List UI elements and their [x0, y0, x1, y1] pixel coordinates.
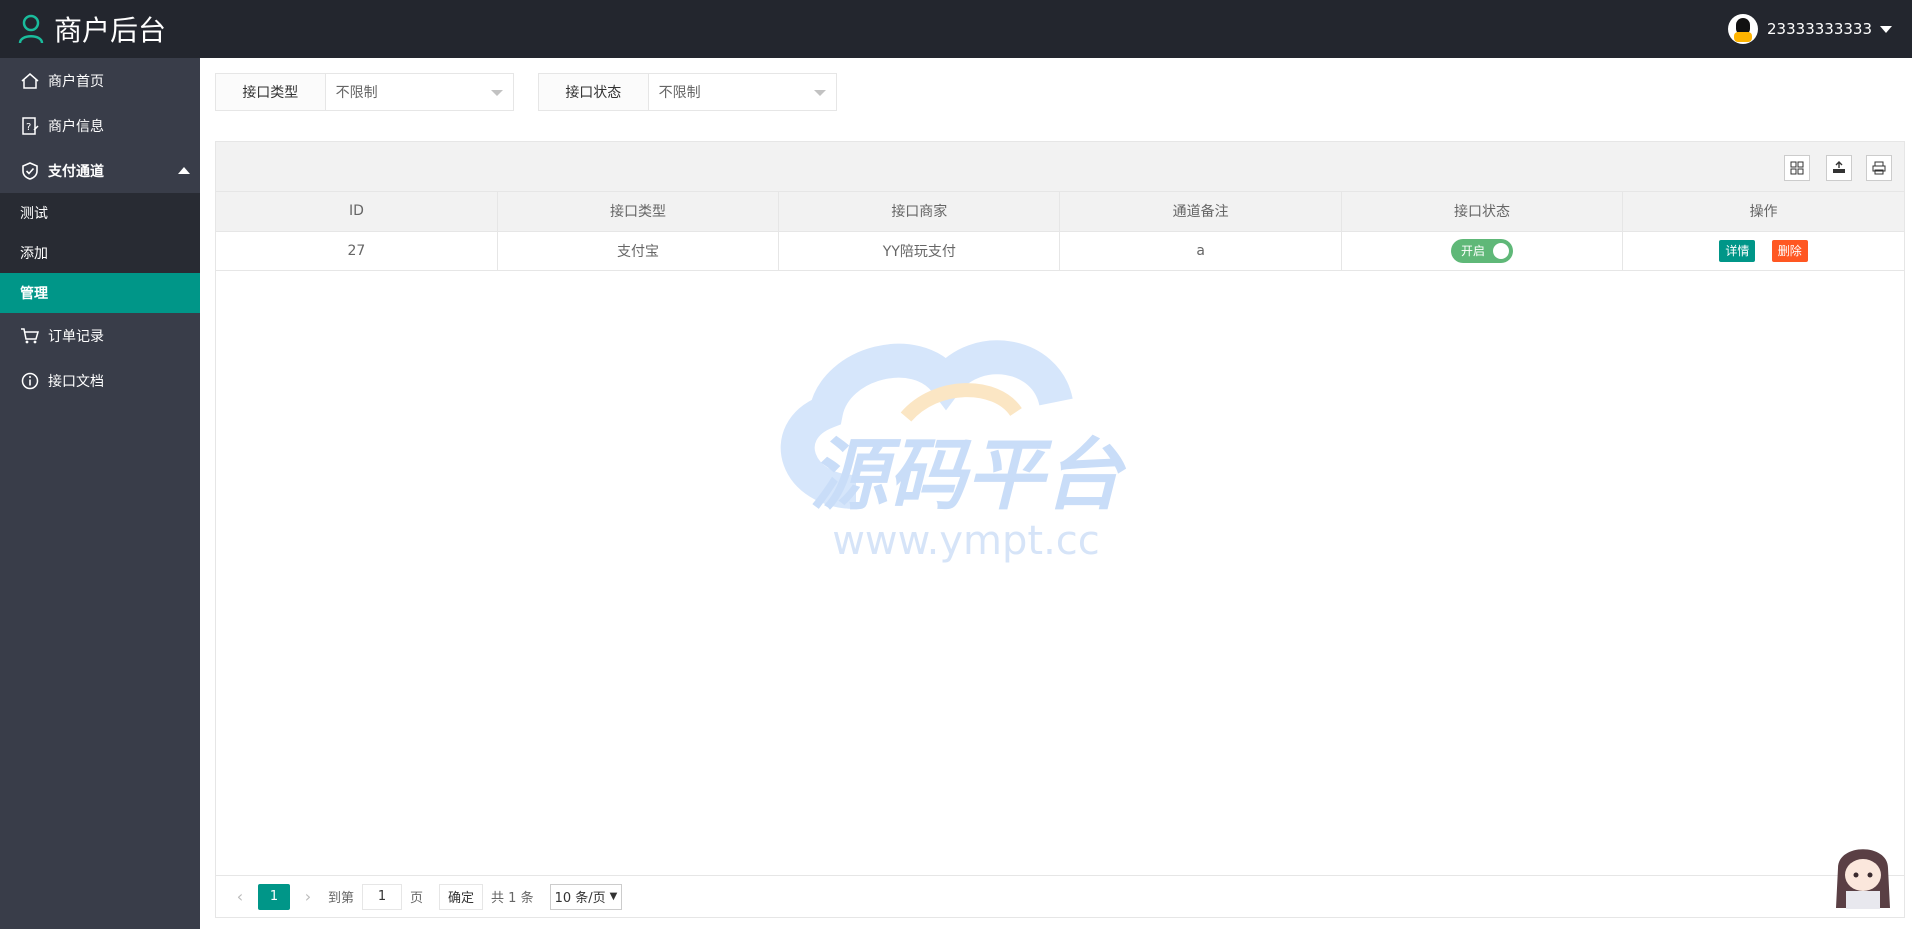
toggle-knob: [1492, 242, 1509, 259]
watermark-logo: 源码平台 www.ympt.cc: [780, 340, 1127, 564]
column-header-type[interactable]: 接口类型: [496, 192, 780, 232]
table-toolbar: [216, 142, 1904, 192]
delete-button[interactable]: 删除: [1771, 239, 1808, 262]
channel-table: ID 接口类型 接口商家 通道备注 接口状态 操作 27 支付宝 YY陪玩支付 …: [216, 192, 1904, 271]
sidebar-subitem-add[interactable]: 添加: [0, 233, 200, 273]
sidebar-item-label: 商户首页: [48, 73, 104, 90]
watermark-text: 源码平台: [810, 431, 1127, 521]
goto-confirm-button[interactable]: 确定: [439, 883, 484, 910]
columns-icon: [1790, 161, 1804, 175]
sidebar-item-merchant-info[interactable]: ? 商户信息: [0, 103, 200, 148]
interface-type-select[interactable]: 不限制: [326, 74, 513, 110]
filter-interface-status: 接口状态 不限制: [538, 73, 837, 111]
brand[interactable]: 商户后台: [0, 9, 166, 49]
page-size-select[interactable]: 10 条/页 ▼: [549, 883, 623, 910]
home-icon: [20, 71, 40, 91]
info-circle-icon: [20, 371, 40, 391]
table-panel: ID 接口类型 接口商家 通道备注 接口状态 操作 27 支付宝 YY陪玩支付 …: [215, 141, 1905, 918]
select-value: 不限制: [658, 85, 701, 101]
toggle-label: 开启: [1460, 244, 1485, 258]
page-label: 页: [410, 891, 424, 906]
sidebar-item-label: 接口文档: [48, 373, 104, 390]
cell-merchant: YY陪玩支付: [778, 230, 1061, 271]
sidebar-item-home[interactable]: 商户首页: [0, 58, 200, 103]
table-header-row: ID 接口类型 接口商家 通道备注 接口状态 操作: [216, 192, 1904, 232]
sidebar-submenu: 测试 添加 管理: [0, 193, 200, 313]
cell-id: 27: [216, 230, 498, 271]
page-size-value: 10 条/页: [554, 891, 606, 906]
username: 23333333333: [1767, 20, 1872, 38]
select-value: 不限制: [335, 85, 378, 101]
watermark-url: www.ympt.cc: [832, 518, 1100, 564]
mascot-image: [1836, 849, 1890, 909]
chevron-up-icon: [178, 167, 190, 174]
cart-icon: [20, 326, 40, 346]
goto-label: 到第: [328, 891, 355, 906]
total-count: 共 1 条: [491, 891, 534, 906]
page-title: 商户后台: [54, 14, 167, 47]
dropdown-arrow-icon: [814, 90, 826, 96]
sidebar-item-orders[interactable]: 订单记录: [0, 313, 200, 358]
user-outline-icon: [18, 14, 44, 44]
current-page[interactable]: 1: [258, 883, 290, 910]
export-button[interactable]: [1826, 155, 1852, 181]
filter-interface-type: 接口类型 不限制: [215, 73, 514, 111]
next-page-icon[interactable]: ›: [296, 887, 320, 906]
prev-page-icon[interactable]: ‹: [228, 887, 252, 906]
top-header: 商户后台 23333333333: [0, 0, 1912, 58]
sidebar-item-api-docs[interactable]: 接口文档: [0, 358, 200, 403]
filter-label: 接口状态: [539, 74, 649, 110]
sidebar-item-label: 支付通道: [48, 163, 104, 180]
column-header-merchant[interactable]: 接口商家: [778, 192, 1061, 232]
info-edit-icon: ?: [20, 116, 40, 136]
table-row: 27 支付宝 YY陪玩支付 a 开启 详情 删除: [216, 230, 1904, 271]
pagination: ‹ 1 › 到第 1 页 确定 共 1 条 10 条/页 ▼: [216, 875, 1904, 917]
columns-filter-button[interactable]: [1784, 155, 1810, 181]
user-menu[interactable]: 23333333333: [1728, 0, 1892, 58]
sidebar-subitem-manage[interactable]: 管理: [0, 273, 200, 313]
print-button[interactable]: [1866, 155, 1892, 181]
shield-check-icon: [20, 161, 40, 181]
sidebar-item-label: 订单记录: [48, 328, 104, 345]
cell-actions: 详情 删除: [1622, 230, 1904, 271]
column-header-actions: 操作: [1622, 192, 1904, 232]
chevron-down-icon: [1880, 25, 1892, 33]
cell-note: a: [1059, 230, 1342, 271]
avatar: [1728, 14, 1759, 44]
chevron-down-icon: ▼: [609, 891, 618, 902]
sidebar-item-payment-channel[interactable]: 支付通道: [0, 148, 200, 193]
sidebar-subitem-test[interactable]: 测试: [0, 193, 200, 233]
column-header-id[interactable]: ID: [216, 192, 498, 232]
export-icon: [1833, 161, 1845, 173]
print-icon: [1872, 161, 1886, 175]
sidebar: 商户首页 ? 商户信息 支付通道 测试 添加 管理 订单记录 接口文档: [0, 58, 200, 929]
cell-status: 开启: [1340, 230, 1624, 271]
column-header-status[interactable]: 接口状态: [1340, 192, 1624, 232]
status-toggle[interactable]: 开启: [1450, 238, 1513, 263]
dropdown-arrow-icon: [491, 90, 503, 96]
detail-button[interactable]: 详情: [1719, 239, 1756, 262]
cell-type: 支付宝: [496, 230, 780, 271]
filter-label: 接口类型: [216, 74, 326, 110]
svg-text:?: ?: [26, 122, 31, 133]
interface-status-select[interactable]: 不限制: [649, 74, 836, 110]
column-header-note[interactable]: 通道备注: [1059, 192, 1342, 232]
sidebar-item-label: 商户信息: [48, 118, 104, 135]
goto-page-input[interactable]: 1: [362, 883, 403, 910]
